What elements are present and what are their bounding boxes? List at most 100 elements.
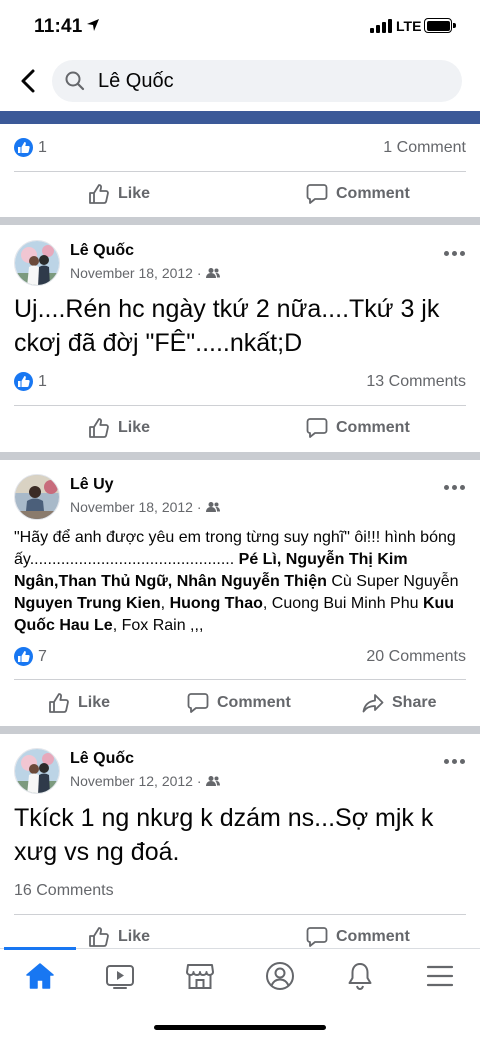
- comment-button[interactable]: Comment: [306, 174, 410, 214]
- post-text-segment: ,: [160, 595, 170, 612]
- divider: [14, 914, 466, 915]
- avatar[interactable]: [14, 240, 60, 286]
- post-text: Uj....Rén hc ngày tkứ 2 nữa....Tkứ 3 jk …: [14, 295, 440, 357]
- like-button[interactable]: Like: [88, 174, 150, 214]
- search-input[interactable]: Lê Quốc: [52, 60, 462, 102]
- post-text-segment: ,: [167, 573, 177, 590]
- post-text: Tkíck 1 ng nkưg k dzám ns...Sợ mjk k xưg…: [14, 804, 434, 866]
- tagged-friend[interactable]: Nhân Nguyễn Thiện: [177, 573, 327, 590]
- status-time: 11:41: [34, 16, 83, 37]
- reactions-row: 1 1 Comment: [14, 138, 466, 160]
- like-count[interactable]: 1: [38, 373, 47, 391]
- tab-marketplace[interactable]: [180, 959, 220, 993]
- post-actions: Like Comment Share: [0, 683, 480, 723]
- post-author[interactable]: Lê Uy: [70, 476, 114, 494]
- home-indicator: [154, 1025, 326, 1030]
- comment-button[interactable]: Comment: [187, 683, 291, 723]
- comment-icon: [306, 418, 328, 438]
- avatar[interactable]: [14, 748, 60, 794]
- comment-label: Comment: [336, 928, 410, 945]
- status-bar: 11:41 LTE: [0, 0, 480, 54]
- menu-icon: [426, 965, 454, 987]
- avatar[interactable]: [14, 474, 60, 520]
- post-text-segment: Cù Super Nguyễn: [326, 573, 459, 590]
- location-arrow-icon: [87, 19, 99, 31]
- more-options-icon[interactable]: [444, 482, 466, 492]
- post-text-segment: ,: [276, 551, 286, 568]
- like-icon: [89, 418, 109, 438]
- tab-notifications[interactable]: [340, 959, 380, 993]
- post-text-segment: , Cuong Bui Minh Phu: [262, 595, 423, 612]
- post-separator: [0, 452, 480, 460]
- comment-label: Comment: [336, 419, 410, 436]
- comments-count[interactable]: 13 Comments: [366, 373, 466, 391]
- search-header: Lê Quốc: [0, 54, 480, 110]
- divider: [14, 171, 466, 172]
- comment-label: Comment: [217, 694, 291, 711]
- like-reaction-icon: [14, 372, 33, 391]
- marketplace-icon: [186, 964, 214, 989]
- like-button[interactable]: Like: [48, 683, 110, 723]
- post-date[interactable]: November 18, 2012 ·: [70, 499, 202, 515]
- search-query: Lê Quốc: [98, 70, 174, 92]
- reactions-row: 1 13 Comments: [14, 372, 466, 394]
- post-actions: Like Comment: [0, 174, 480, 214]
- like-label: Like: [78, 694, 111, 711]
- post-meta: November 18, 2012 ·: [70, 265, 220, 281]
- share-icon: [362, 694, 384, 713]
- post-header: Lê Uy November 18, 2012 ·: [14, 474, 466, 522]
- active-tab-indicator: [4, 947, 76, 950]
- post-author[interactable]: Lê Quốc: [70, 750, 134, 768]
- tab-video[interactable]: [100, 959, 140, 993]
- like-reaction-icon: [14, 647, 33, 666]
- post-header: Lê Quốc November 12, 2012 ·: [14, 748, 466, 796]
- like-count[interactable]: 7: [38, 648, 47, 666]
- friends-audience-icon: [205, 502, 220, 512]
- post-text: "Hãy để anh được yêu em trong từng suy n…: [14, 527, 466, 637]
- comment-button[interactable]: Comment: [306, 408, 410, 448]
- like-icon: [89, 927, 109, 947]
- post-author[interactable]: Lê Quốc: [70, 242, 134, 260]
- share-button[interactable]: Share: [362, 683, 436, 723]
- post-separator: [0, 217, 480, 225]
- battery-icon: [424, 18, 456, 33]
- like-count[interactable]: 1: [38, 139, 47, 157]
- like-label: Like: [118, 419, 151, 436]
- profile-icon: [266, 962, 294, 990]
- post-text-segment: , Fox Rain ,,,: [112, 617, 204, 634]
- post-meta: November 12, 2012 ·: [70, 773, 220, 789]
- like-label: Like: [118, 185, 151, 202]
- post-date[interactable]: November 12, 2012 ·: [70, 773, 202, 789]
- divider: [14, 405, 466, 406]
- friends-audience-icon: [205, 268, 220, 278]
- friends-audience-icon: [205, 776, 220, 786]
- video-icon: [106, 965, 134, 989]
- signal-icon: [370, 19, 392, 33]
- share-label: Share: [392, 694, 437, 711]
- tab-home[interactable]: [20, 959, 60, 993]
- more-options-icon[interactable]: [444, 756, 466, 766]
- tagged-friend[interactable]: Than Thủ Ngữ: [58, 573, 167, 590]
- like-button[interactable]: Like: [88, 408, 150, 448]
- divider: [14, 679, 466, 680]
- notifications-icon: [348, 963, 372, 991]
- more-options-icon[interactable]: [444, 248, 466, 258]
- post-separator: [0, 726, 480, 734]
- comments-count[interactable]: 1 Comment: [383, 139, 466, 157]
- like-label: Like: [118, 928, 151, 945]
- post-actions: Like Comment: [0, 408, 480, 448]
- post-header: Lê Quốc November 18, 2012 ·: [14, 240, 466, 288]
- comment-icon: [306, 184, 328, 204]
- post-meta: November 18, 2012 ·: [70, 499, 220, 515]
- post-date[interactable]: November 18, 2012 ·: [70, 265, 202, 281]
- tagged-friend[interactable]: Pé Lì: [239, 551, 277, 568]
- home-icon: [26, 963, 54, 989]
- tagged-friend[interactable]: Nguyen Trung Kien: [14, 595, 161, 612]
- back-icon[interactable]: [14, 66, 42, 96]
- tab-menu[interactable]: [420, 959, 460, 993]
- comments-count[interactable]: 16 Comments: [14, 882, 114, 900]
- tagged-friend[interactable]: Huong Thao: [170, 595, 263, 612]
- comment-icon: [187, 693, 209, 713]
- tab-profile[interactable]: [260, 959, 300, 993]
- comments-count[interactable]: 20 Comments: [366, 648, 466, 666]
